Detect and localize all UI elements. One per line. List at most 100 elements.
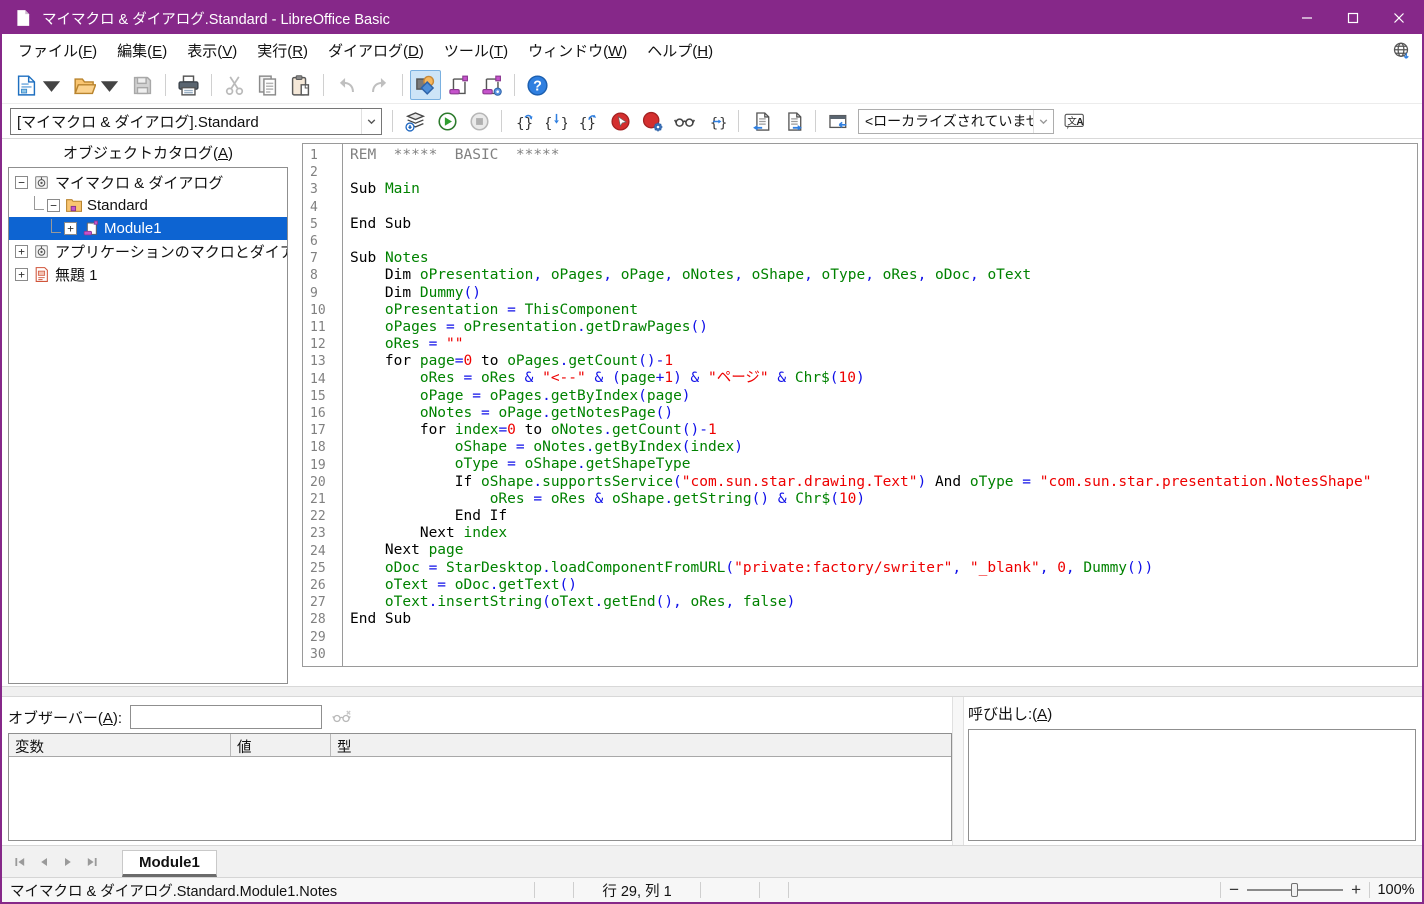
menu-tools[interactable]: ツール(T) <box>434 36 518 65</box>
expander-minus-icon[interactable]: − <box>15 176 28 189</box>
stop-button[interactable] <box>464 106 494 136</box>
close-button[interactable] <box>1376 2 1422 34</box>
line-number-gutter[interactable]: 1234567891011121314151617181920212223242… <box>303 144 343 666</box>
line-number[interactable]: 19 <box>310 457 342 474</box>
menu-file[interactable]: ファイル(F) <box>8 36 107 65</box>
expander-plus-icon[interactable]: + <box>15 245 28 258</box>
expander-plus-icon[interactable]: + <box>64 222 77 235</box>
step-over-button[interactable]: {} <box>509 106 539 136</box>
paste-button[interactable] <box>285 70 316 100</box>
line-number[interactable]: 2 <box>310 164 342 181</box>
menu-run[interactable]: 実行(R) <box>247 36 318 65</box>
horizontal-splitter[interactable] <box>2 686 1422 697</box>
import-source-button[interactable] <box>746 106 776 136</box>
manage-language-button[interactable]: 文A <box>1059 106 1089 136</box>
zoom-in-button[interactable]: + <box>1343 880 1369 900</box>
new-document-button[interactable] <box>11 70 67 100</box>
language-globe-icon[interactable] <box>1386 38 1416 64</box>
line-number[interactable]: 9 <box>310 285 342 302</box>
line-number[interactable]: 29 <box>310 629 342 646</box>
expander-minus-icon[interactable]: − <box>47 199 60 212</box>
language-combobox[interactable]: <ローカライズされていません> <box>858 109 1054 134</box>
line-number[interactable]: 28 <box>310 611 342 628</box>
cut-button[interactable] <box>219 70 250 100</box>
line-number[interactable]: 15 <box>310 388 342 405</box>
line-number[interactable]: 16 <box>310 405 342 422</box>
line-number[interactable]: 8 <box>310 267 342 284</box>
line-number[interactable]: 20 <box>310 474 342 491</box>
minimize-button[interactable] <box>1284 2 1330 34</box>
copy-button[interactable] <box>252 70 283 100</box>
print-button[interactable] <box>173 70 204 100</box>
step-out-button[interactable]: {} <box>573 106 603 136</box>
line-number[interactable]: 26 <box>310 577 342 594</box>
line-number[interactable]: 3 <box>310 181 342 198</box>
line-number[interactable]: 22 <box>310 508 342 525</box>
run-button[interactable] <box>432 106 462 136</box>
line-number[interactable]: 30 <box>310 646 342 663</box>
help-button[interactable]: ? <box>522 70 553 100</box>
enable-watch-button[interactable] <box>669 106 699 136</box>
chevron-down-icon[interactable] <box>1033 110 1053 133</box>
import-dialog-button[interactable] <box>823 106 853 136</box>
call-stack-list[interactable] <box>968 729 1416 841</box>
vertical-splitter[interactable] <box>290 139 302 686</box>
zoom-slider-thumb[interactable] <box>1291 883 1298 897</box>
line-number[interactable]: 10 <box>310 302 342 319</box>
undo-button[interactable] <box>331 70 362 100</box>
menu-view[interactable]: 表示(V) <box>177 36 247 65</box>
tree-item-untitled-1[interactable]: +無題 1 <box>9 263 287 286</box>
code-editor[interactable]: 1234567891011121314151617181920212223242… <box>302 143 1418 667</box>
tree-item-application-macros[interactable]: +アプリケーションのマクロとダイアログ <box>9 240 287 263</box>
tree-item-my-macros[interactable]: −マイマクロ & ダイアログ <box>9 171 287 194</box>
line-number[interactable]: 14 <box>310 371 342 388</box>
line-number[interactable]: 21 <box>310 491 342 508</box>
line-number[interactable]: 24 <box>310 543 342 560</box>
organize-macros-button[interactable] <box>476 70 507 100</box>
tab-nav-last-button[interactable] <box>80 850 104 874</box>
maximize-button[interactable] <box>1330 2 1376 34</box>
line-number[interactable]: 27 <box>310 594 342 611</box>
remove-watch-button[interactable] <box>328 704 356 730</box>
manage-breakpoints-button[interactable] <box>637 106 667 136</box>
menu-help[interactable]: ヘルプ(H) <box>637 36 723 65</box>
tab-nav-first-button[interactable] <box>8 850 32 874</box>
watch-input[interactable] <box>130 705 322 729</box>
line-number[interactable]: 5 <box>310 216 342 233</box>
line-number[interactable]: 17 <box>310 422 342 439</box>
tree-item-module1[interactable]: +Module1 <box>9 217 287 240</box>
open-button[interactable] <box>69 70 125 100</box>
line-number[interactable]: 25 <box>310 560 342 577</box>
menu-window[interactable]: ウィンドウ(W) <box>518 36 637 65</box>
export-source-button[interactable] <box>778 106 808 136</box>
line-number[interactable]: 7 <box>310 250 342 267</box>
bottom-splitter[interactable] <box>952 697 964 845</box>
tab-nav-next-button[interactable] <box>56 850 80 874</box>
save-button[interactable] <box>127 70 158 100</box>
line-number[interactable]: 6 <box>310 233 342 250</box>
line-number[interactable]: 11 <box>310 319 342 336</box>
tab-nav-prev-button[interactable] <box>32 850 56 874</box>
toggle-breakpoint-button[interactable] <box>605 106 635 136</box>
redo-button[interactable] <box>364 70 395 100</box>
menu-dialog[interactable]: ダイアログ(D) <box>318 36 434 65</box>
watch-table-body[interactable] <box>9 757 951 840</box>
expander-plus-icon[interactable]: + <box>15 268 28 281</box>
line-number[interactable]: 13 <box>310 353 342 370</box>
line-number[interactable]: 23 <box>310 525 342 542</box>
line-number[interactable]: 12 <box>310 336 342 353</box>
find-parentheses-button[interactable]: {} <box>701 106 731 136</box>
code-area[interactable]: REM ***** BASIC ***** Sub Main End Sub S… <box>343 144 1417 666</box>
tab-module1[interactable]: Module1 <box>122 850 217 877</box>
line-number[interactable]: 18 <box>310 439 342 456</box>
library-combobox[interactable]: [マイマクロ & ダイアログ].Standard <box>10 108 382 135</box>
line-number[interactable]: 1 <box>310 147 342 164</box>
zoom-out-button[interactable]: − <box>1221 880 1247 900</box>
select-macro-button[interactable] <box>443 70 474 100</box>
step-into-button[interactable]: { } <box>541 106 571 136</box>
tree-item-standard[interactable]: −Standard <box>9 194 287 217</box>
zoom-slider[interactable] <box>1247 889 1343 891</box>
compile-button[interactable] <box>400 106 430 136</box>
object-catalog-button[interactable] <box>410 70 441 100</box>
line-number[interactable]: 4 <box>310 199 342 216</box>
